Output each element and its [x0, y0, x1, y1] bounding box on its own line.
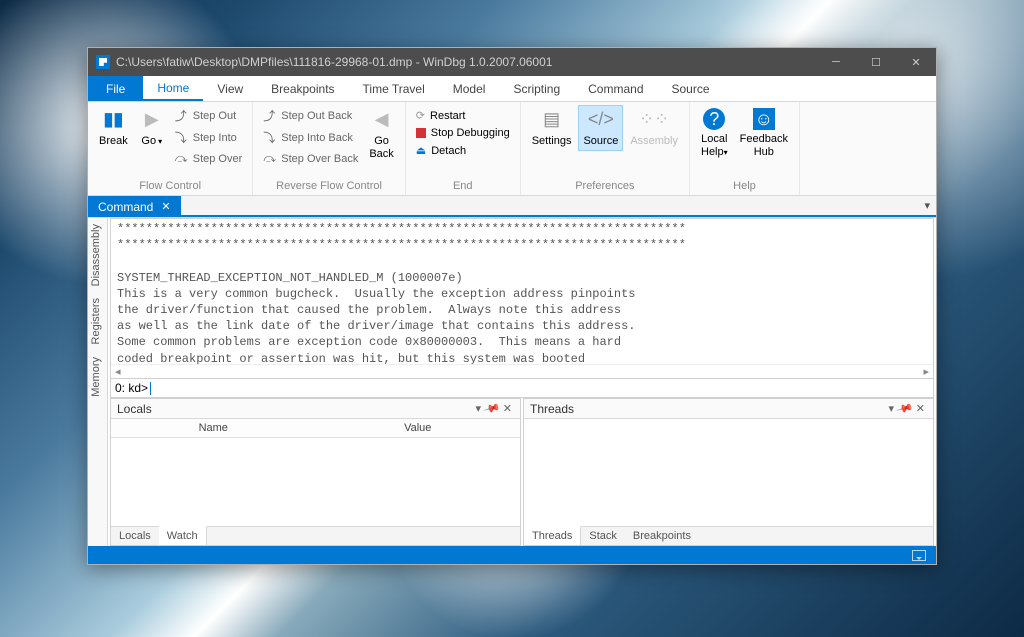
locals-pin-icon[interactable]: 📌 — [481, 398, 503, 418]
go-button[interactable]: ▶ Go — [135, 105, 169, 151]
source-icon: </> — [589, 108, 613, 132]
tab-file[interactable]: File — [88, 76, 143, 101]
step-out-back-icon: ⤴ — [263, 107, 277, 124]
flow-control-label: Flow Control — [94, 180, 246, 195]
pause-icon: ▮▮ — [101, 108, 125, 132]
btab-threads[interactable]: Threads — [524, 526, 581, 545]
side-tabs: Disassembly Registers Memory — [88, 218, 108, 546]
bottom-panels: Locals 📌 ✕ Name Value Locals Watch — [108, 398, 936, 546]
tab-breakpoints[interactable]: Breakpoints — [257, 76, 348, 101]
step-over-back-icon: ⤼ — [263, 151, 277, 166]
break-button[interactable]: ▮▮ Break — [94, 105, 133, 151]
command-input-row: 0: kd> — [111, 378, 933, 397]
step-out-icon: ⤴ — [175, 107, 189, 124]
restart-icon: ⟳ — [416, 109, 425, 122]
document-tabs: Command ✕ ▾ — [88, 196, 936, 218]
help-label: Help — [696, 180, 793, 195]
maximize-button[interactable]: ☐ — [856, 48, 896, 76]
status-bar — [88, 546, 936, 564]
locals-close-icon[interactable]: ✕ — [501, 402, 514, 415]
side-tab-memory[interactable]: Memory — [88, 351, 107, 403]
step-into-back-icon: ⤵ — [263, 129, 277, 146]
locals-columns: Name Value — [111, 419, 520, 438]
stop-icon — [416, 128, 426, 138]
play-icon: ▶ — [140, 108, 164, 132]
tab-home[interactable]: Home — [143, 76, 203, 101]
command-input[interactable] — [151, 381, 929, 395]
reverse-flow-label: Reverse Flow Control — [259, 180, 399, 195]
command-tab[interactable]: Command ✕ — [88, 196, 181, 217]
threads-bottom-tabs: Threads Stack Breakpoints — [524, 526, 933, 545]
btab-stack[interactable]: Stack — [581, 527, 625, 545]
tab-time-travel[interactable]: Time Travel — [349, 76, 439, 101]
tab-model[interactable]: Model — [439, 76, 500, 101]
close-button[interactable]: ✕ — [896, 48, 936, 76]
feedback-status-icon[interactable] — [912, 550, 926, 561]
side-tab-disassembly[interactable]: Disassembly — [88, 218, 107, 292]
btab-locals[interactable]: Locals — [111, 527, 159, 545]
window-title: C:\Users\fatiw\Desktop\DMPfiles\111816-2… — [116, 55, 552, 69]
minimize-button[interactable]: ─ — [816, 48, 856, 76]
btab-watch[interactable]: Watch — [159, 526, 207, 545]
locals-content[interactable] — [111, 438, 520, 526]
main-area: ****************************************… — [108, 218, 936, 546]
step-over-back-button[interactable]: ⤼Step Over Back — [259, 149, 362, 168]
command-output[interactable]: ****************************************… — [111, 219, 933, 364]
command-panel: ****************************************… — [110, 218, 934, 398]
ribbon: ▮▮ Break ▶ Go ⤴Step Out ⤵Step Into ⤼Step… — [88, 102, 936, 196]
threads-pin-icon[interactable]: 📌 — [894, 398, 916, 418]
scroll-right-icon[interactable]: ▸ — [923, 365, 929, 378]
windbg-window: C:\Users\fatiw\Desktop\DMPfiles\111816-2… — [87, 47, 937, 565]
step-into-icon: ⤵ — [175, 129, 189, 146]
command-prompt: 0: kd> — [115, 381, 148, 395]
ribbon-tabs: File Home View Breakpoints Time Travel M… — [88, 76, 936, 102]
scroll-left-icon[interactable]: ◂ — [115, 365, 121, 378]
local-help-button[interactable]: ? Local Help — [696, 105, 733, 162]
workspace: Disassembly Registers Memory ***********… — [88, 218, 936, 546]
col-value[interactable]: Value — [316, 419, 521, 437]
btab-breakpoints[interactable]: Breakpoints — [625, 527, 699, 545]
restart-button[interactable]: ⟳Restart — [412, 107, 514, 124]
settings-icon: ▤ — [540, 108, 564, 132]
locals-title: Locals — [117, 402, 152, 416]
col-name[interactable]: Name — [111, 419, 316, 437]
play-back-icon: ◀ — [370, 108, 394, 132]
assembly-icon: ⁘⁘ — [642, 108, 666, 132]
threads-panel: Threads 📌 ✕ Threads Stack Breakpoints — [523, 398, 934, 546]
step-out-button[interactable]: ⤴Step Out — [171, 105, 247, 126]
threads-title: Threads — [530, 402, 574, 416]
settings-button[interactable]: ▤ Settings — [527, 105, 577, 151]
step-into-back-button[interactable]: ⤵Step Into Back — [259, 127, 362, 148]
tab-overflow-button[interactable]: ▾ — [181, 196, 936, 217]
title-bar[interactable]: C:\Users\fatiw\Desktop\DMPfiles\111816-2… — [88, 48, 936, 76]
go-back-button[interactable]: ◀ Go Back — [364, 105, 398, 164]
tab-view[interactable]: View — [203, 76, 257, 101]
locals-bottom-tabs: Locals Watch — [111, 526, 520, 545]
assembly-toggle[interactable]: ⁘⁘ Assembly — [625, 105, 683, 151]
close-tab-icon[interactable]: ✕ — [161, 200, 170, 213]
help-icon: ? — [703, 108, 725, 130]
feedback-hub-button[interactable]: ☺ Feedback Hub — [735, 105, 793, 162]
threads-close-icon[interactable]: ✕ — [914, 402, 927, 415]
step-over-icon: ⤼ — [175, 151, 189, 166]
step-into-button[interactable]: ⤵Step Into — [171, 127, 247, 148]
side-tab-registers[interactable]: Registers — [88, 292, 107, 350]
threads-content[interactable] — [524, 419, 933, 526]
end-label: End — [412, 180, 514, 195]
preferences-label: Preferences — [527, 180, 683, 195]
tab-source[interactable]: Source — [658, 76, 724, 101]
step-out-back-button[interactable]: ⤴Step Out Back — [259, 105, 362, 126]
detach-button[interactable]: ⏏Detach — [412, 142, 514, 159]
tab-command[interactable]: Command — [574, 76, 657, 101]
tab-scripting[interactable]: Scripting — [499, 76, 574, 101]
source-toggle[interactable]: </> Source — [578, 105, 623, 151]
app-icon — [96, 55, 110, 69]
step-over-button[interactable]: ⤼Step Over — [171, 149, 247, 168]
stop-debugging-button[interactable]: Stop Debugging — [412, 125, 514, 141]
feedback-icon: ☺ — [753, 108, 775, 130]
locals-panel: Locals 📌 ✕ Name Value Locals Watch — [110, 398, 521, 546]
detach-icon: ⏏ — [416, 144, 426, 157]
